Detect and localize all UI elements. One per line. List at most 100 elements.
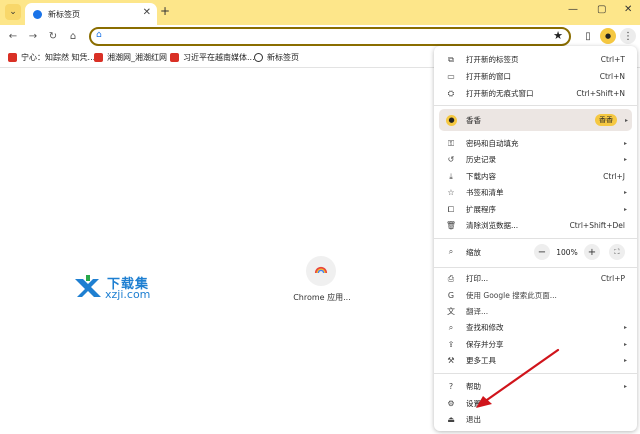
home-button[interactable]: ⌂ — [65, 28, 81, 44]
address-bar[interactable]: ⌂ ★ — [89, 27, 571, 46]
menu-item-downloads[interactable]: ⤓ 下载内容 Ctrl+J — [440, 169, 631, 184]
tab-close-icon[interactable]: ✕ — [143, 8, 151, 18]
bookmark-item[interactable]: 习近平在越南媒体... — [170, 52, 255, 63]
shortcut-chrome-apps[interactable] — [306, 256, 336, 286]
minimize-button[interactable]: — — [568, 4, 578, 16]
chevron-right-icon: ▸ — [623, 341, 627, 348]
chevron-right-icon: ▸ — [623, 206, 627, 213]
menu-item-label: 历史记录 — [466, 155, 496, 164]
bookmark-favicon-icon — [170, 53, 179, 62]
newtab-favicon-icon — [33, 9, 42, 19]
menu-zoom-row: ⌕ 缩放 − 100% + ⛶ — [440, 243, 631, 261]
menu-divider — [434, 238, 637, 239]
profile-chip: 香香 — [594, 114, 617, 126]
menu-item-new-window[interactable]: ▭ 打开新的窗口 Ctrl+N — [440, 69, 631, 84]
menu-item-passwords[interactable]: ⚿ 密码和自动填充 ▸ — [440, 136, 631, 151]
globe-icon — [254, 53, 263, 62]
tools-icon: ⚒ — [447, 356, 455, 365]
menu-item-new-incognito-window[interactable]: ⛭ 打开新的无痕式窗口 Ctrl+Shift+N — [440, 86, 631, 101]
key-icon: ⚿ — [447, 138, 455, 148]
menu-divider — [434, 105, 637, 106]
menu-item-clear-browsing-data[interactable]: 🗑 清除浏览数据... Ctrl+Shift+Del — [440, 218, 631, 233]
menu-item-label: 清除浏览数据... — [466, 221, 519, 230]
bookmark-label: 湘潮网_湘潮红网 — [107, 53, 167, 62]
shortcut-label: Chrome 应用... — [293, 293, 351, 302]
zoom-out-button[interactable]: − — [534, 244, 550, 260]
menu-item-label: 密码和自动填充 — [466, 139, 519, 148]
side-panel-button[interactable]: ▯ — [580, 28, 596, 44]
logo-text-en: xzji.com — [105, 288, 151, 301]
chevron-right-icon: ▸ — [623, 156, 627, 163]
close-window-button[interactable]: ✕ — [624, 4, 632, 16]
bookmark-label: 新标签页 — [267, 53, 299, 62]
menu-item-history[interactable]: ↺ 历史记录 ▸ — [440, 152, 631, 167]
translate-icon: 文 — [447, 307, 455, 316]
zoom-value: 100% — [556, 247, 578, 257]
find-icon: ⌕ — [448, 322, 454, 332]
menu-item-extensions[interactable]: ⧠ 扩展程序 ▸ — [440, 202, 631, 217]
menu-item-shortcut: Ctrl+T — [600, 55, 625, 64]
tab-search-button[interactable]: ⌄ — [5, 4, 21, 20]
browser-toolbar: ← → ↻ ⌂ ⌂ ★ ▯ ● ⋮ — [0, 25, 640, 47]
forward-button[interactable]: → — [25, 28, 41, 44]
zoom-in-button[interactable]: + — [584, 244, 600, 260]
menu-item-label: 下载内容 — [466, 172, 496, 181]
zoom-label: 缩放 — [466, 247, 481, 257]
bookmark-item[interactable]: 新标签页 — [254, 52, 299, 63]
chevron-right-icon: ▸ — [624, 116, 628, 124]
menu-item-translate[interactable]: 文 翻译... — [440, 304, 631, 319]
profile-name: 香香 — [466, 115, 481, 125]
bookmark-favicon-icon — [94, 53, 103, 62]
new-tab-icon: ⧉ — [448, 54, 454, 64]
reload-button[interactable]: ↻ — [45, 28, 61, 44]
bookmark-star-icon[interactable]: ★ — [553, 29, 563, 42]
bookmark-label: 宁心：知踪然 知凭... — [21, 53, 96, 62]
chevron-right-icon: ▸ — [623, 140, 627, 147]
new-tab-button[interactable]: + — [160, 5, 170, 17]
menu-item-shortcut: Ctrl+Shift+N — [576, 89, 625, 98]
menu-item-find-edit[interactable]: ⌕ 查找和修改 ▸ — [440, 320, 631, 335]
profile-avatar-button[interactable]: ● — [600, 28, 616, 44]
menu-item-label: 翻译... — [466, 307, 489, 316]
zoom-icon: ⌕ — [448, 247, 454, 256]
menu-item-shortcut: Ctrl+Shift+Del — [569, 221, 625, 230]
menu-item-label: 打开新的窗口 — [466, 72, 511, 81]
menu-item-label: 打开新的无痕式窗口 — [466, 89, 534, 98]
fullscreen-button[interactable]: ⛶ — [609, 244, 625, 260]
menu-item-exit[interactable]: ⏏ 退出 — [440, 412, 631, 427]
trash-icon: 🗑 — [445, 221, 457, 230]
menu-item-shortcut: Ctrl+P — [600, 274, 625, 283]
menu-divider — [434, 267, 637, 268]
menu-item-label: 使用 Google 搜索此页面... — [466, 291, 557, 300]
bookmark-favicon-icon — [8, 53, 17, 62]
menu-item-print[interactable]: ⎙ 打印... Ctrl+P — [440, 271, 631, 286]
back-button[interactable]: ← — [5, 28, 21, 44]
menu-item-label: 退出 — [466, 415, 481, 424]
chevron-right-icon: ▸ — [623, 357, 627, 364]
tab-new-tab[interactable]: 新标签页 ✕ — [25, 3, 157, 25]
menu-item-label: 书签和清单 — [466, 188, 504, 197]
settings-icon: ⚙ — [447, 399, 455, 408]
extensions-icon: ⧠ — [447, 204, 455, 214]
google-icon: G — [447, 291, 455, 300]
print-icon: ⎙ — [447, 273, 455, 283]
history-icon: ↺ — [447, 155, 455, 164]
chrome-menu-button[interactable]: ⋮ — [620, 28, 636, 44]
menu-item-profile[interactable]: ● 香香 香香 ▸ — [439, 109, 632, 131]
help-icon: ? — [448, 382, 454, 391]
bookmark-item[interactable]: 宁心：知踪然 知凭... — [8, 52, 95, 63]
bookmark-item[interactable]: 湘潮网_湘潮红网 — [94, 52, 167, 63]
chevron-down-icon: ⌄ — [9, 7, 17, 17]
tab-title: 新标签页 — [48, 9, 80, 19]
chevron-right-icon: ▸ — [623, 189, 627, 196]
exit-icon: ⏏ — [447, 415, 455, 424]
site-info-icon[interactable]: ⌂ — [96, 30, 102, 40]
chevron-right-icon: ▸ — [623, 383, 627, 390]
menu-item-google-search-page[interactable]: G 使用 Google 搜索此页面... — [440, 288, 631, 303]
xzji-logo-mark-icon — [75, 275, 101, 297]
menu-item-bookmarks[interactable]: ☆ 书签和清单 ▸ — [440, 185, 631, 200]
chevron-right-icon: ▸ — [623, 324, 627, 331]
menu-item-label: 打开新的标签页 — [466, 55, 519, 64]
maximize-button[interactable]: ▢ — [597, 4, 606, 16]
menu-item-new-tab[interactable]: ⧉ 打开新的标签页 Ctrl+T — [440, 52, 631, 67]
